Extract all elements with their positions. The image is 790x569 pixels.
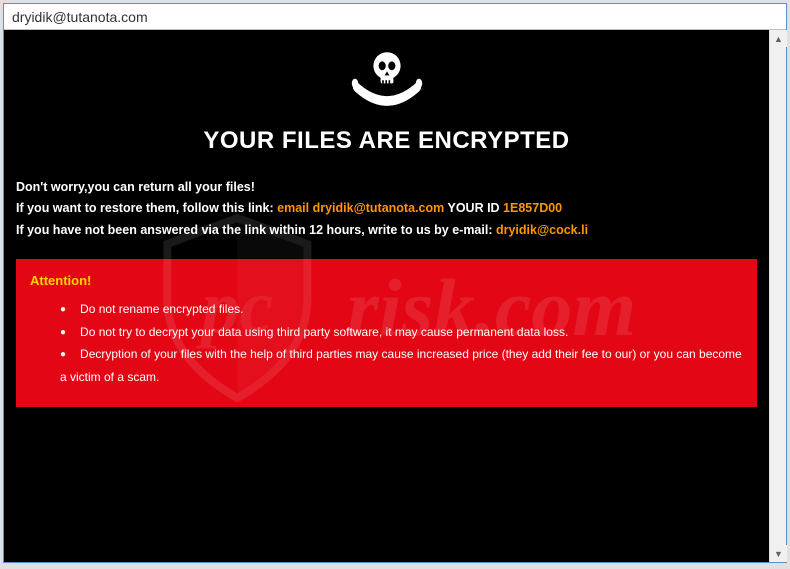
info-line-2: If you want to restore them, follow this… (16, 198, 757, 219)
info-line-3: If you have not been answered via the li… (16, 220, 757, 241)
info-line-1: Don't worry,you can return all your file… (16, 177, 757, 198)
window-titlebar[interactable]: dryidik@tutanota.com (4, 4, 786, 30)
attention-title: Attention! (30, 273, 743, 288)
attention-box: Attention! Do not rename encrypted files… (16, 259, 757, 407)
alt-email: dryidik@cock.li (496, 223, 588, 237)
main-heading: YOUR FILES ARE ENCRYPTED (12, 127, 761, 155)
list-item: Decryption of your files with the help o… (60, 343, 743, 389)
list-item: Do not try to decrypt your data using th… (60, 321, 743, 344)
vertical-scrollbar[interactable]: ▲ ▼ (769, 30, 786, 562)
your-id-label: YOUR ID (444, 201, 503, 215)
list-item: Do not rename encrypted files. (60, 298, 743, 321)
your-id-value: 1E857D00 (503, 201, 562, 215)
scroll-up-arrow-icon[interactable]: ▲ (770, 30, 787, 47)
content-wrap: YOUR FILES ARE ENCRYPTED Don't worry,you… (4, 30, 786, 562)
info-block: Don't worry,you can return all your file… (12, 177, 761, 241)
info-line-2-prefix: If you want to restore them, follow this… (16, 201, 277, 215)
ransom-note-content: YOUR FILES ARE ENCRYPTED Don't worry,you… (4, 30, 769, 562)
attention-list: Do not rename encrypted files. Do not tr… (30, 298, 743, 389)
window-title: dryidik@tutanota.com (12, 9, 148, 25)
app-window: dryidik@tutanota.com (3, 3, 787, 563)
info-line-3-prefix: If you have not been answered via the li… (16, 223, 496, 237)
skull-icon (12, 48, 761, 119)
restore-email: email dryidik@tutanota.com (277, 201, 444, 215)
scroll-down-arrow-icon[interactable]: ▼ (770, 545, 787, 562)
